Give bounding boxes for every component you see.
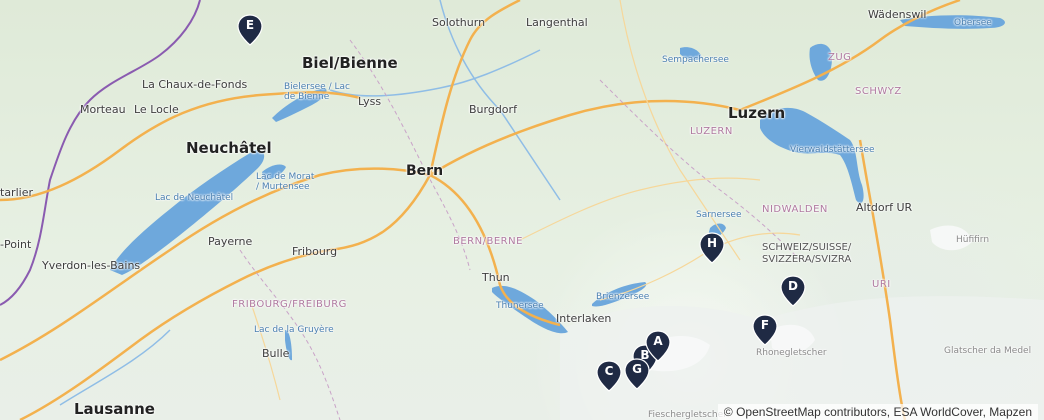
map-marker-h[interactable]: H xyxy=(699,232,725,264)
map-marker-c[interactable]: C xyxy=(596,360,622,392)
marker-letter: H xyxy=(706,236,718,250)
lake-neuchatel xyxy=(110,149,265,275)
marker-letter: A xyxy=(653,334,663,348)
lake-gruyere xyxy=(285,330,292,361)
marker-letter: G xyxy=(632,362,642,376)
map-marker-d[interactable]: D xyxy=(780,275,806,307)
marker-letter: D xyxy=(788,279,798,293)
lake-vierwald xyxy=(760,107,864,204)
map-marker-e[interactable]: E xyxy=(237,14,263,46)
marker-letter: F xyxy=(760,318,770,332)
lake-sempach xyxy=(680,47,702,61)
map-base-layer xyxy=(0,0,1044,420)
lake-morat xyxy=(262,164,286,180)
marker-letter: C xyxy=(604,364,614,378)
map-marker-f[interactable]: F xyxy=(752,314,778,346)
map-canvas[interactable]: Solothurn Langenthal Wädenswil Obersee B… xyxy=(0,0,1044,420)
national-border xyxy=(0,0,201,306)
marker-letter: E xyxy=(245,18,255,32)
map-attribution[interactable]: © OpenStreetMap contributors, ESA WorldC… xyxy=(717,404,1038,420)
map-marker-g[interactable]: G xyxy=(624,358,650,390)
